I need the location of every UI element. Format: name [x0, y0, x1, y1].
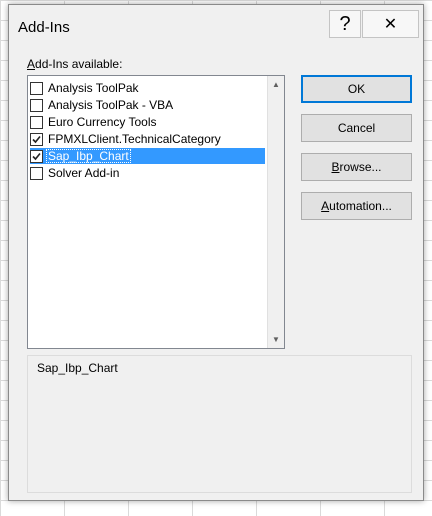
- cancel-button[interactable]: Cancel: [301, 114, 412, 142]
- ok-button[interactable]: OK: [301, 75, 412, 103]
- checkbox[interactable]: [30, 149, 43, 163]
- help-icon: ?: [339, 12, 351, 35]
- close-button[interactable]: ✕: [362, 10, 419, 38]
- add-ins-listbox[interactable]: Analysis ToolPak Analysis ToolPak - VBA …: [27, 75, 285, 349]
- checkmark-icon: [32, 135, 41, 143]
- list-item-sap-ibp-chart[interactable]: Sap_Ibp_Chart: [30, 148, 265, 164]
- description-title: Sap_Ibp_Chart: [37, 361, 118, 375]
- add-ins-dialog: Add-Ins ? ✕ Add-Ins available: Analysis …: [8, 4, 424, 501]
- browse-button[interactable]: Browse...: [301, 153, 412, 181]
- checkbox[interactable]: [30, 98, 43, 112]
- automation-button[interactable]: Automation...: [301, 192, 412, 220]
- checkbox[interactable]: [30, 166, 43, 180]
- help-button[interactable]: ?: [329, 10, 361, 38]
- item-label: Analysis ToolPak - VBA: [48, 98, 174, 112]
- checkbox[interactable]: [30, 115, 43, 129]
- description-groupbox: Sap_Ibp_Chart: [27, 355, 412, 493]
- item-label: Sap_Ibp_Chart: [46, 149, 131, 163]
- item-label: Analysis ToolPak: [48, 81, 139, 95]
- list-item-solver-add-in[interactable]: Solver Add-in: [30, 165, 265, 181]
- checkmark-icon: [32, 152, 41, 160]
- item-label: FPMXLClient.TechnicalCategory: [48, 132, 221, 146]
- checkbox[interactable]: [30, 132, 43, 146]
- scroll-up-arrow-icon[interactable]: ▲: [268, 76, 284, 93]
- item-label: Solver Add-in: [48, 166, 120, 180]
- item-label: Euro Currency Tools: [48, 115, 157, 129]
- list-item-fpmxlclient[interactable]: FPMXLClient.TechnicalCategory: [30, 131, 265, 147]
- close-icon: ✕: [383, 16, 398, 33]
- list-item-analysis-toolpak-vba[interactable]: Analysis ToolPak - VBA: [30, 97, 265, 113]
- add-ins-available-label: Add-Ins available:: [27, 57, 123, 71]
- dialog-title: Add-Ins: [18, 19, 70, 36]
- list-item-analysis-toolpak[interactable]: Analysis ToolPak: [30, 80, 265, 96]
- vertical-scrollbar[interactable]: ▲ ▼: [267, 76, 284, 348]
- checkbox[interactable]: [30, 81, 43, 95]
- list-item-euro-currency-tools[interactable]: Euro Currency Tools: [30, 114, 265, 130]
- scroll-down-arrow-icon[interactable]: ▼: [268, 331, 284, 348]
